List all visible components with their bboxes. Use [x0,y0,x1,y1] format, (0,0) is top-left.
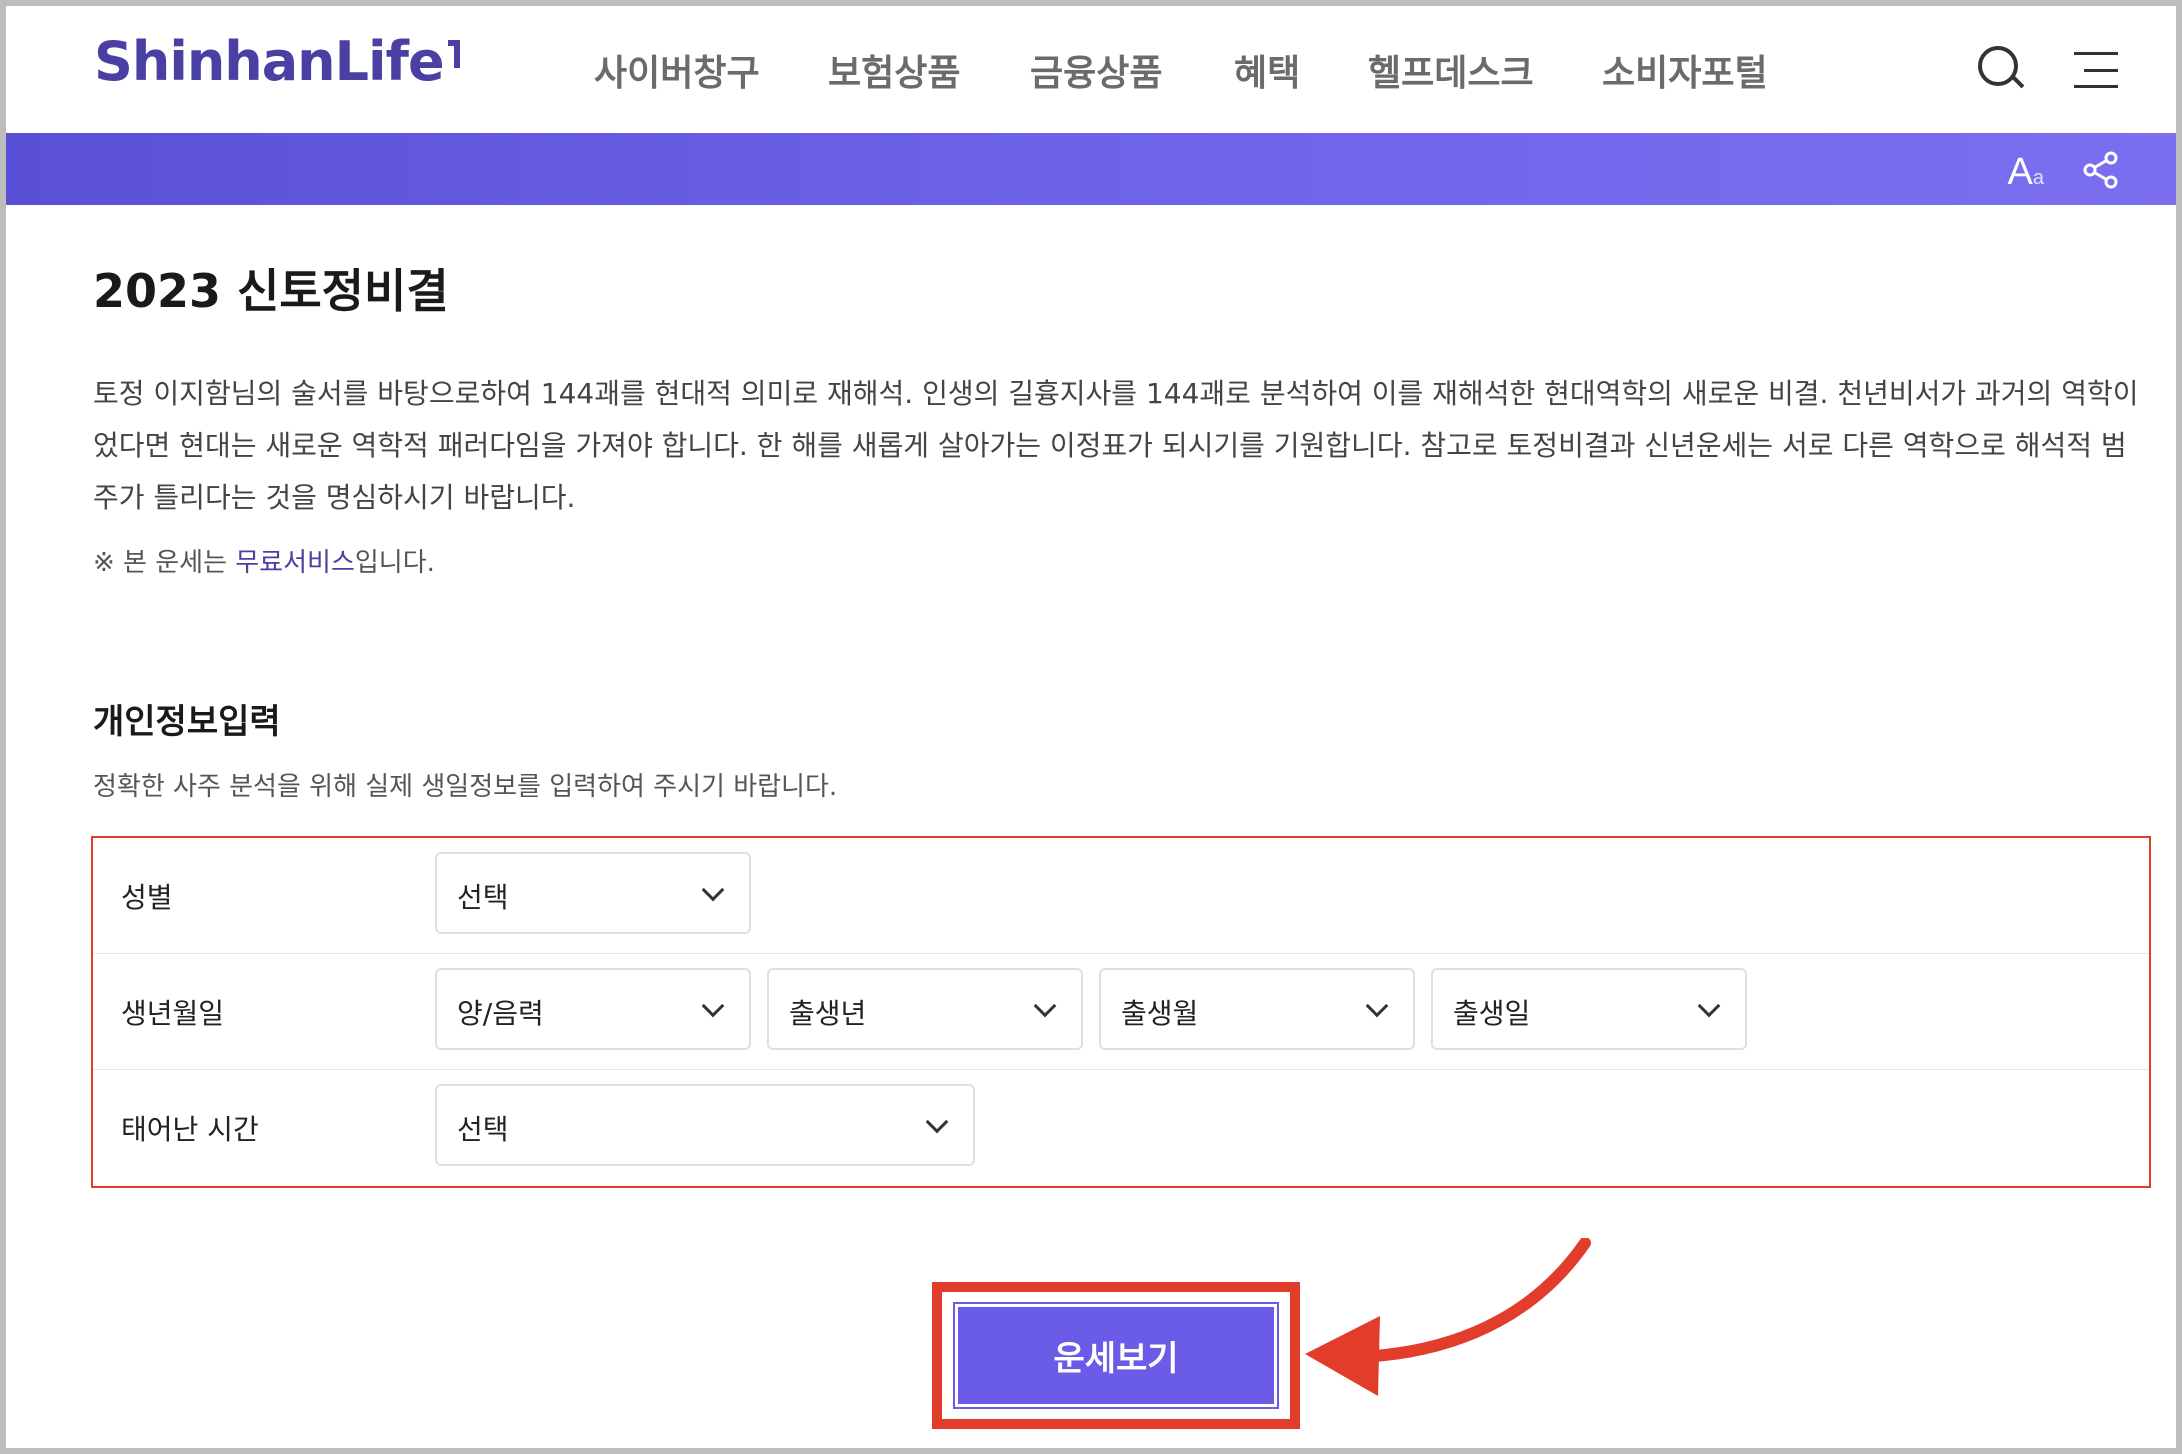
nav-item-finance[interactable]: 금융상품 [1030,44,1162,96]
free-service-notice: ※ 본 운세는 무료서비스입니다. [93,548,435,578]
service-description: 토정 이지함님의 술서를 바탕으로하여 144괘를 현대적 의미로 재해석. 인… [93,377,2139,514]
utility-bar: Aa [6,133,2176,205]
menu-icon[interactable] [2074,52,2118,88]
calendar-type-select[interactable]: 양/음력 [435,968,751,1050]
chevron-down-icon [1033,994,1057,1018]
screenshot-frame [0,0,2182,1454]
nav-item-cyber[interactable]: 사이버창구 [594,44,760,96]
gender-label: 성별 [121,881,173,914]
share-icon[interactable] [2082,151,2120,189]
chevron-down-icon [701,878,725,902]
personal-info-desc: 정확한 사주 분석을 위해 실제 생일정보를 입력하여 주시기 바랍니다. [93,772,838,802]
chevron-down-icon [925,1110,949,1134]
birth-time-row: 태어난 시간 선택 [93,1070,2149,1186]
chevron-down-icon [1365,994,1389,1018]
page-title: 2023 신토정비결 [93,264,449,318]
birth-month-select[interactable]: 출생월 [1099,968,1415,1050]
birth-day-select[interactable]: 출생일 [1431,968,1747,1050]
birth-time-select[interactable]: 선택 [435,1084,975,1166]
personal-info-form: 성별 선택 생년월일 양/음력 출생년 출생월 출생일 태어난 시간 선택 [91,836,2151,1188]
header-actions [1978,46,2118,94]
main-nav: 사이버창구 보험상품 금융상품 혜택 헬프데스크 소비자포털 [6,44,2176,94]
fortune-view-button[interactable]: 운세보기 [953,1302,1279,1409]
chevron-down-icon [1697,994,1721,1018]
nav-item-benefits[interactable]: 혜택 [1234,44,1300,96]
site-header: ShinhanLife 사이버창구 보험상품 금융상품 혜택 헬프데스크 소비자… [6,6,2176,133]
gender-select[interactable]: 선택 [435,852,751,934]
nav-item-insurance[interactable]: 보험상품 [828,44,960,96]
chevron-down-icon [701,994,725,1018]
font-size-icon[interactable]: Aa [2008,151,2044,194]
personal-info-title: 개인정보입력 [93,702,281,742]
annotation-arrow-icon [1305,1238,1591,1396]
search-icon[interactable] [1978,46,2026,94]
birth-time-label: 태어난 시간 [121,1113,259,1146]
birthdate-row: 생년월일 양/음력 출생년 출생월 출생일 [93,954,2149,1070]
birthdate-label: 생년월일 [121,997,225,1030]
nav-item-helpdesk[interactable]: 헬프데스크 [1368,44,1534,96]
free-service-link: 무료서비스 [235,548,355,578]
gender-row: 성별 선택 [93,838,2149,954]
birth-year-select[interactable]: 출생년 [767,968,1083,1050]
nav-item-consumer[interactable]: 소비자포털 [1602,44,1768,96]
